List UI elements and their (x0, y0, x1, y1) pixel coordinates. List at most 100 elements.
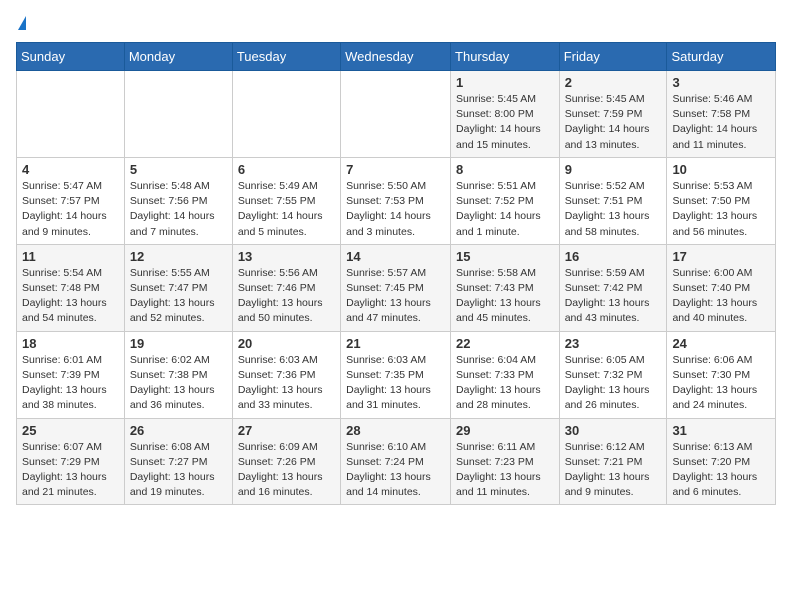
day-info: Sunrise: 6:05 AM Sunset: 7:32 PM Dayligh… (565, 353, 662, 414)
day-info: Sunrise: 5:54 AM Sunset: 7:48 PM Dayligh… (22, 266, 119, 327)
calendar-cell: 22 Sunrise: 6:04 AM Sunset: 7:33 PM Dayli… (451, 331, 560, 418)
calendar-week-row: 4 Sunrise: 5:47 AM Sunset: 7:57 PM Daylig… (17, 157, 776, 244)
day-info: Sunrise: 5:45 AM Sunset: 7:59 PM Dayligh… (565, 92, 662, 153)
day-number: 31 (672, 423, 770, 438)
day-of-week-header: Wednesday (341, 43, 451, 71)
calendar-cell: 27 Sunrise: 6:09 AM Sunset: 7:26 PM Dayli… (232, 418, 340, 505)
day-of-week-header: Friday (559, 43, 667, 71)
calendar-week-row: 18 Sunrise: 6:01 AM Sunset: 7:39 PM Dayli… (17, 331, 776, 418)
calendar-cell: 8 Sunrise: 5:51 AM Sunset: 7:52 PM Daylig… (451, 157, 560, 244)
calendar-cell: 15 Sunrise: 5:58 AM Sunset: 7:43 PM Dayli… (451, 244, 560, 331)
day-number: 16 (565, 249, 662, 264)
day-info: Sunrise: 5:49 AM Sunset: 7:55 PM Dayligh… (238, 179, 335, 240)
calendar-cell: 14 Sunrise: 5:57 AM Sunset: 7:45 PM Dayli… (341, 244, 451, 331)
day-info: Sunrise: 5:47 AM Sunset: 7:57 PM Dayligh… (22, 179, 119, 240)
day-number: 11 (22, 249, 119, 264)
day-number: 17 (672, 249, 770, 264)
day-number: 19 (130, 336, 227, 351)
calendar-cell: 24 Sunrise: 6:06 AM Sunset: 7:30 PM Dayli… (667, 331, 776, 418)
calendar-cell: 3Sunrise: 5:46 AM Sunset: 7:58 PM Daylig… (667, 71, 776, 158)
day-info: Sunrise: 6:06 AM Sunset: 7:30 PM Dayligh… (672, 353, 770, 414)
calendar-cell: 6 Sunrise: 5:49 AM Sunset: 7:55 PM Daylig… (232, 157, 340, 244)
logo-triangle-icon (18, 16, 26, 30)
calendar-cell: 30Sunrise: 6:12 AM Sunset: 7:21 PM Dayli… (559, 418, 667, 505)
calendar-cell: 5 Sunrise: 5:48 AM Sunset: 7:56 PM Daylig… (124, 157, 232, 244)
day-info: Sunrise: 5:53 AM Sunset: 7:50 PM Dayligh… (672, 179, 770, 240)
day-info: Sunrise: 6:02 AM Sunset: 7:38 PM Dayligh… (130, 353, 227, 414)
calendar-cell: 16 Sunrise: 5:59 AM Sunset: 7:42 PM Dayli… (559, 244, 667, 331)
calendar-cell: 4 Sunrise: 5:47 AM Sunset: 7:57 PM Daylig… (17, 157, 125, 244)
day-number: 27 (238, 423, 335, 438)
day-info: Sunrise: 5:52 AM Sunset: 7:51 PM Dayligh… (565, 179, 662, 240)
day-info: Sunrise: 6:08 AM Sunset: 7:27 PM Dayligh… (130, 440, 227, 501)
day-info: Sunrise: 5:51 AM Sunset: 7:52 PM Dayligh… (456, 179, 554, 240)
day-number: 4 (22, 162, 119, 177)
day-number: 9 (565, 162, 662, 177)
day-number: 1 (456, 75, 554, 90)
calendar-cell: 12Sunrise: 5:55 AM Sunset: 7:47 PM Dayli… (124, 244, 232, 331)
day-of-week-header: Thursday (451, 43, 560, 71)
day-number: 29 (456, 423, 554, 438)
day-number: 18 (22, 336, 119, 351)
day-number: 23 (565, 336, 662, 351)
day-number: 3 (672, 75, 770, 90)
day-number: 22 (456, 336, 554, 351)
day-info: Sunrise: 6:04 AM Sunset: 7:33 PM Dayligh… (456, 353, 554, 414)
day-number: 28 (346, 423, 445, 438)
calendar-week-row: 1Sunrise: 5:45 AM Sunset: 8:00 PM Daylig… (17, 71, 776, 158)
day-info: Sunrise: 5:50 AM Sunset: 7:53 PM Dayligh… (346, 179, 445, 240)
calendar-week-row: 25Sunrise: 6:07 AM Sunset: 7:29 PM Dayli… (17, 418, 776, 505)
day-info: Sunrise: 6:13 AM Sunset: 7:20 PM Dayligh… (672, 440, 770, 501)
day-of-week-header: Monday (124, 43, 232, 71)
day-info: Sunrise: 5:48 AM Sunset: 7:56 PM Dayligh… (130, 179, 227, 240)
calendar-cell: 1Sunrise: 5:45 AM Sunset: 8:00 PM Daylig… (451, 71, 560, 158)
calendar-cell: 2Sunrise: 5:45 AM Sunset: 7:59 PM Daylig… (559, 71, 667, 158)
day-number: 15 (456, 249, 554, 264)
day-info: Sunrise: 6:03 AM Sunset: 7:35 PM Dayligh… (346, 353, 445, 414)
calendar-week-row: 11 Sunrise: 5:54 AM Sunset: 7:48 PM Dayli… (17, 244, 776, 331)
calendar-table: SundayMondayTuesdayWednesdayThursdayFrid… (16, 42, 776, 505)
day-of-week-header: Saturday (667, 43, 776, 71)
day-number: 26 (130, 423, 227, 438)
day-info: Sunrise: 5:59 AM Sunset: 7:42 PM Dayligh… (565, 266, 662, 327)
day-info: Sunrise: 6:09 AM Sunset: 7:26 PM Dayligh… (238, 440, 335, 501)
day-number: 13 (238, 249, 335, 264)
day-info: Sunrise: 6:12 AM Sunset: 7:21 PM Dayligh… (565, 440, 662, 501)
day-info: Sunrise: 6:10 AM Sunset: 7:24 PM Dayligh… (346, 440, 445, 501)
calendar-cell: 20 Sunrise: 6:03 AM Sunset: 7:36 PM Dayli… (232, 331, 340, 418)
calendar-cell: 13Sunrise: 5:56 AM Sunset: 7:46 PM Dayli… (232, 244, 340, 331)
calendar-cell: 19 Sunrise: 6:02 AM Sunset: 7:38 PM Dayli… (124, 331, 232, 418)
day-info: Sunrise: 6:07 AM Sunset: 7:29 PM Dayligh… (22, 440, 119, 501)
day-info: Sunrise: 6:11 AM Sunset: 7:23 PM Dayligh… (456, 440, 554, 501)
day-number: 24 (672, 336, 770, 351)
day-number: 21 (346, 336, 445, 351)
calendar-cell: 11 Sunrise: 5:54 AM Sunset: 7:48 PM Dayli… (17, 244, 125, 331)
calendar-cell: 28 Sunrise: 6:10 AM Sunset: 7:24 PM Dayli… (341, 418, 451, 505)
calendar-header-row: SundayMondayTuesdayWednesdayThursdayFrid… (17, 43, 776, 71)
day-info: Sunrise: 5:58 AM Sunset: 7:43 PM Dayligh… (456, 266, 554, 327)
day-number: 8 (456, 162, 554, 177)
day-of-week-header: Tuesday (232, 43, 340, 71)
day-info: Sunrise: 5:57 AM Sunset: 7:45 PM Dayligh… (346, 266, 445, 327)
calendar-cell: 17 Sunrise: 6:00 AM Sunset: 7:40 PM Dayli… (667, 244, 776, 331)
logo (16, 16, 26, 30)
day-number: 20 (238, 336, 335, 351)
calendar-cell: 21 Sunrise: 6:03 AM Sunset: 7:35 PM Dayli… (341, 331, 451, 418)
day-number: 14 (346, 249, 445, 264)
calendar-cell: 31 Sunrise: 6:13 AM Sunset: 7:20 PM Dayli… (667, 418, 776, 505)
calendar-cell: 25Sunrise: 6:07 AM Sunset: 7:29 PM Dayli… (17, 418, 125, 505)
day-info: Sunrise: 6:03 AM Sunset: 7:36 PM Dayligh… (238, 353, 335, 414)
calendar-cell: 18 Sunrise: 6:01 AM Sunset: 7:39 PM Dayli… (17, 331, 125, 418)
day-number: 10 (672, 162, 770, 177)
page-header (16, 16, 776, 30)
calendar-cell: 10 Sunrise: 5:53 AM Sunset: 7:50 PM Dayli… (667, 157, 776, 244)
day-number: 7 (346, 162, 445, 177)
calendar-cell (341, 71, 451, 158)
day-of-week-header: Sunday (17, 43, 125, 71)
calendar-cell (232, 71, 340, 158)
day-info: Sunrise: 6:01 AM Sunset: 7:39 PM Dayligh… (22, 353, 119, 414)
day-number: 6 (238, 162, 335, 177)
day-number: 5 (130, 162, 227, 177)
day-info: Sunrise: 6:00 AM Sunset: 7:40 PM Dayligh… (672, 266, 770, 327)
calendar-cell (124, 71, 232, 158)
